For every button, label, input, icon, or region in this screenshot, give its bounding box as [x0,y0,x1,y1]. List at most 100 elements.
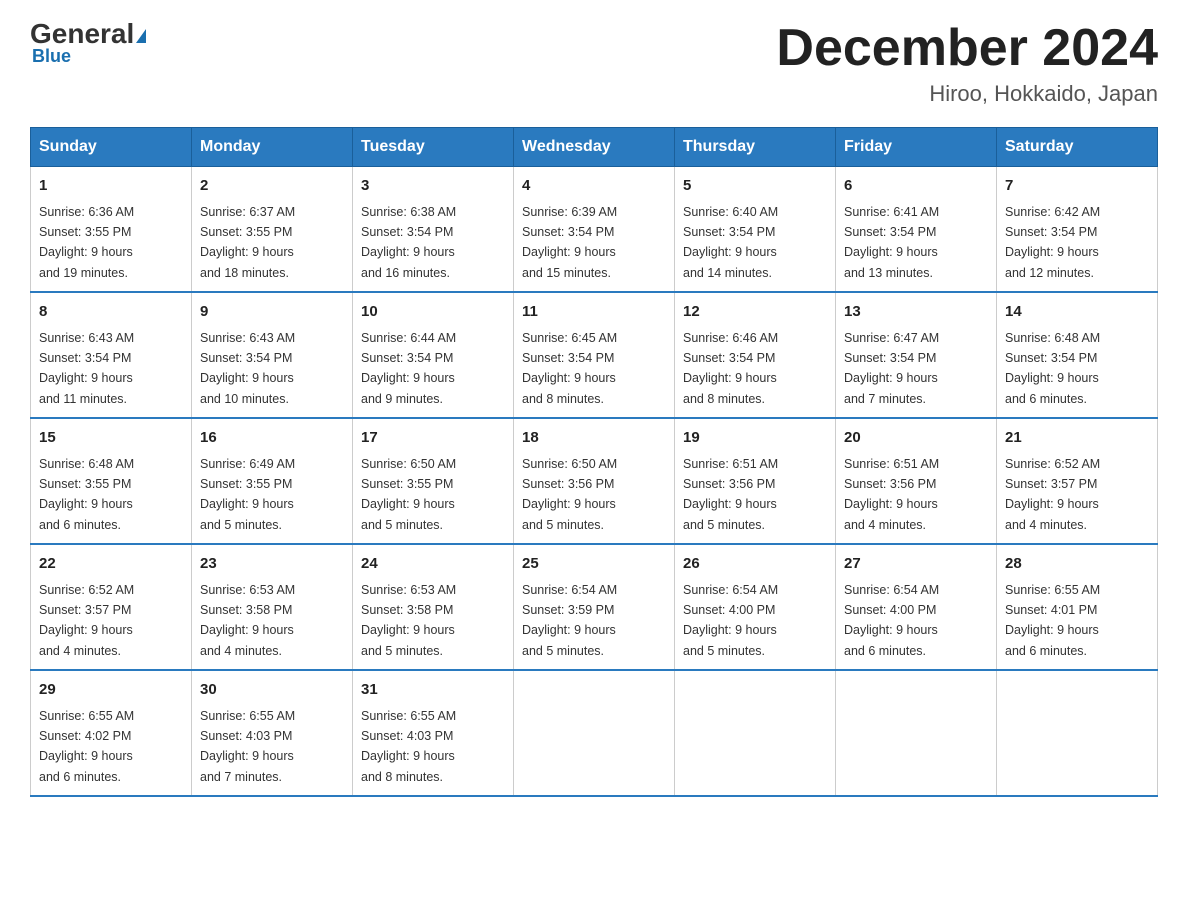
day-info: Sunrise: 6:46 AMSunset: 3:54 PMDaylight:… [683,331,778,406]
day-info: Sunrise: 6:52 AMSunset: 3:57 PMDaylight:… [1005,457,1100,532]
header-saturday: Saturday [997,128,1158,167]
day-number: 19 [683,427,827,450]
day-number: 7 [1005,175,1149,198]
day-cell: 4 Sunrise: 6:39 AMSunset: 3:54 PMDayligh… [514,167,675,293]
day-cell: 16 Sunrise: 6:49 AMSunset: 3:55 PMDaylig… [192,418,353,544]
header-thursday: Thursday [675,128,836,167]
day-info: Sunrise: 6:40 AMSunset: 3:54 PMDaylight:… [683,205,778,280]
day-number: 13 [844,301,988,324]
day-cell: 1 Sunrise: 6:36 AMSunset: 3:55 PMDayligh… [31,167,192,293]
header-monday: Monday [192,128,353,167]
day-cell [997,670,1158,796]
day-cell: 5 Sunrise: 6:40 AMSunset: 3:54 PMDayligh… [675,167,836,293]
day-info: Sunrise: 6:43 AMSunset: 3:54 PMDaylight:… [39,331,134,406]
page-header: General Blue December 2024 Hiroo, Hokkai… [30,20,1158,107]
day-number: 24 [361,553,505,576]
header-friday: Friday [836,128,997,167]
day-cell: 27 Sunrise: 6:54 AMSunset: 4:00 PMDaylig… [836,544,997,670]
day-info: Sunrise: 6:43 AMSunset: 3:54 PMDaylight:… [200,331,295,406]
day-number: 8 [39,301,183,324]
day-number: 20 [844,427,988,450]
day-number: 15 [39,427,183,450]
day-cell: 30 Sunrise: 6:55 AMSunset: 4:03 PMDaylig… [192,670,353,796]
day-cell: 21 Sunrise: 6:52 AMSunset: 3:57 PMDaylig… [997,418,1158,544]
day-info: Sunrise: 6:50 AMSunset: 3:55 PMDaylight:… [361,457,456,532]
day-info: Sunrise: 6:36 AMSunset: 3:55 PMDaylight:… [39,205,134,280]
day-cell: 6 Sunrise: 6:41 AMSunset: 3:54 PMDayligh… [836,167,997,293]
day-info: Sunrise: 6:37 AMSunset: 3:55 PMDaylight:… [200,205,295,280]
day-info: Sunrise: 6:55 AMSunset: 4:03 PMDaylight:… [200,709,295,784]
day-info: Sunrise: 6:48 AMSunset: 3:54 PMDaylight:… [1005,331,1100,406]
day-number: 4 [522,175,666,198]
title-block: December 2024 Hiroo, Hokkaido, Japan [776,20,1158,107]
day-number: 1 [39,175,183,198]
week-row-2: 8 Sunrise: 6:43 AMSunset: 3:54 PMDayligh… [31,292,1158,418]
day-number: 28 [1005,553,1149,576]
header-sunday: Sunday [31,128,192,167]
day-number: 26 [683,553,827,576]
day-info: Sunrise: 6:55 AMSunset: 4:01 PMDaylight:… [1005,583,1100,658]
day-info: Sunrise: 6:54 AMSunset: 4:00 PMDaylight:… [844,583,939,658]
day-cell: 24 Sunrise: 6:53 AMSunset: 3:58 PMDaylig… [353,544,514,670]
day-cell: 8 Sunrise: 6:43 AMSunset: 3:54 PMDayligh… [31,292,192,418]
day-info: Sunrise: 6:54 AMSunset: 3:59 PMDaylight:… [522,583,617,658]
logo-bottom: Blue [32,46,71,67]
day-info: Sunrise: 6:55 AMSunset: 4:02 PMDaylight:… [39,709,134,784]
day-info: Sunrise: 6:45 AMSunset: 3:54 PMDaylight:… [522,331,617,406]
day-cell: 18 Sunrise: 6:50 AMSunset: 3:56 PMDaylig… [514,418,675,544]
day-info: Sunrise: 6:42 AMSunset: 3:54 PMDaylight:… [1005,205,1100,280]
day-number: 29 [39,679,183,702]
day-info: Sunrise: 6:51 AMSunset: 3:56 PMDaylight:… [683,457,778,532]
day-info: Sunrise: 6:54 AMSunset: 4:00 PMDaylight:… [683,583,778,658]
day-cell: 9 Sunrise: 6:43 AMSunset: 3:54 PMDayligh… [192,292,353,418]
day-number: 31 [361,679,505,702]
day-cell: 28 Sunrise: 6:55 AMSunset: 4:01 PMDaylig… [997,544,1158,670]
day-cell: 3 Sunrise: 6:38 AMSunset: 3:54 PMDayligh… [353,167,514,293]
day-number: 25 [522,553,666,576]
day-info: Sunrise: 6:38 AMSunset: 3:54 PMDaylight:… [361,205,456,280]
day-cell: 7 Sunrise: 6:42 AMSunset: 3:54 PMDayligh… [997,167,1158,293]
day-number: 9 [200,301,344,324]
day-cell [675,670,836,796]
calendar-header: SundayMondayTuesdayWednesdayThursdayFrid… [31,128,1158,167]
day-cell: 23 Sunrise: 6:53 AMSunset: 3:58 PMDaylig… [192,544,353,670]
day-info: Sunrise: 6:53 AMSunset: 3:58 PMDaylight:… [361,583,456,658]
day-cell: 31 Sunrise: 6:55 AMSunset: 4:03 PMDaylig… [353,670,514,796]
day-info: Sunrise: 6:51 AMSunset: 3:56 PMDaylight:… [844,457,939,532]
day-cell: 20 Sunrise: 6:51 AMSunset: 3:56 PMDaylig… [836,418,997,544]
day-cell: 19 Sunrise: 6:51 AMSunset: 3:56 PMDaylig… [675,418,836,544]
week-row-1: 1 Sunrise: 6:36 AMSunset: 3:55 PMDayligh… [31,167,1158,293]
day-info: Sunrise: 6:48 AMSunset: 3:55 PMDaylight:… [39,457,134,532]
day-info: Sunrise: 6:49 AMSunset: 3:55 PMDaylight:… [200,457,295,532]
day-cell: 10 Sunrise: 6:44 AMSunset: 3:54 PMDaylig… [353,292,514,418]
day-number: 3 [361,175,505,198]
day-number: 21 [1005,427,1149,450]
calendar-body: 1 Sunrise: 6:36 AMSunset: 3:55 PMDayligh… [31,167,1158,797]
day-info: Sunrise: 6:55 AMSunset: 4:03 PMDaylight:… [361,709,456,784]
day-number: 18 [522,427,666,450]
day-info: Sunrise: 6:50 AMSunset: 3:56 PMDaylight:… [522,457,617,532]
day-cell [836,670,997,796]
day-number: 11 [522,301,666,324]
day-info: Sunrise: 6:47 AMSunset: 3:54 PMDaylight:… [844,331,939,406]
day-info: Sunrise: 6:39 AMSunset: 3:54 PMDaylight:… [522,205,617,280]
header-tuesday: Tuesday [353,128,514,167]
day-cell: 29 Sunrise: 6:55 AMSunset: 4:02 PMDaylig… [31,670,192,796]
day-number: 5 [683,175,827,198]
logo-triangle-icon [136,29,146,43]
day-number: 6 [844,175,988,198]
day-number: 27 [844,553,988,576]
day-number: 2 [200,175,344,198]
week-row-5: 29 Sunrise: 6:55 AMSunset: 4:02 PMDaylig… [31,670,1158,796]
day-number: 16 [200,427,344,450]
day-cell: 14 Sunrise: 6:48 AMSunset: 3:54 PMDaylig… [997,292,1158,418]
day-number: 10 [361,301,505,324]
month-title: December 2024 [776,20,1158,77]
header-row: SundayMondayTuesdayWednesdayThursdayFrid… [31,128,1158,167]
day-info: Sunrise: 6:41 AMSunset: 3:54 PMDaylight:… [844,205,939,280]
day-cell: 2 Sunrise: 6:37 AMSunset: 3:55 PMDayligh… [192,167,353,293]
day-cell: 17 Sunrise: 6:50 AMSunset: 3:55 PMDaylig… [353,418,514,544]
day-number: 12 [683,301,827,324]
day-number: 30 [200,679,344,702]
logo: General Blue [30,20,146,67]
